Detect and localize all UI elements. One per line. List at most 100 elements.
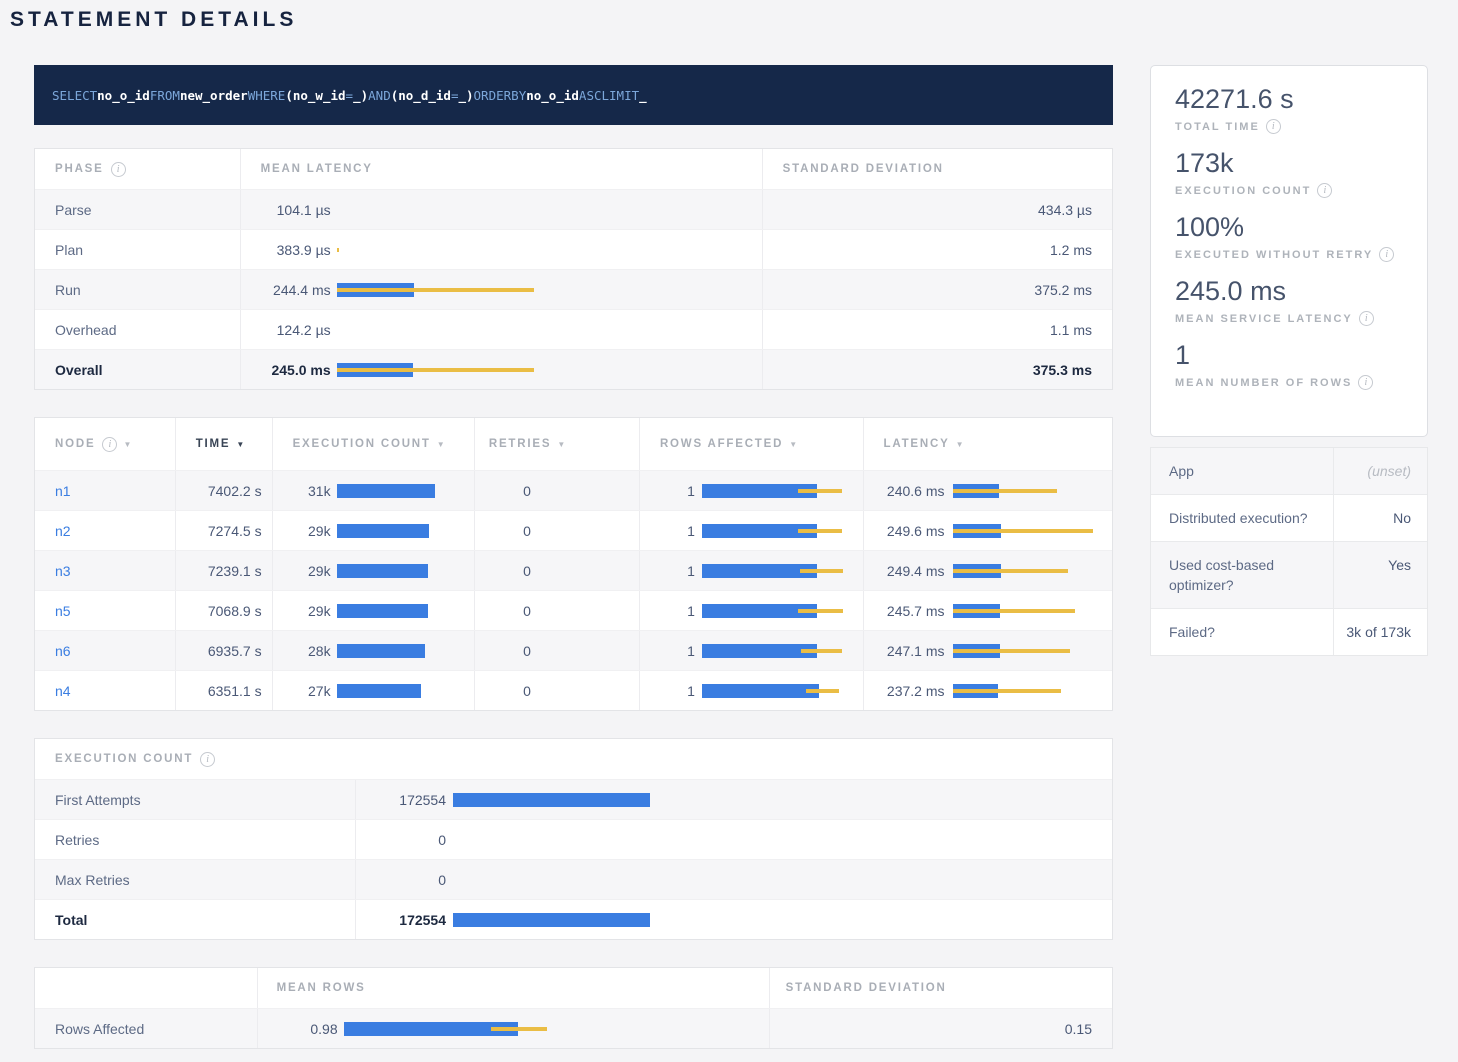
phase-cell: Overall <box>35 350 241 389</box>
stat-label-text: MEAN SERVICE LATENCY <box>1175 313 1353 325</box>
info-icon[interactable]: i <box>1358 375 1373 390</box>
node-link[interactable]: n3 <box>55 563 71 579</box>
mean-latency-value: 104.1 µs <box>241 202 331 218</box>
phase-row: Overhead124.2 µs1.1 ms <box>35 309 1112 349</box>
stddev-bar <box>953 609 1075 613</box>
latency-cell: 249.6 ms <box>864 511 1113 550</box>
attribute-value: Yes <box>1334 542 1427 608</box>
node-row: n66935.7 s28k01247.1 ms <box>35 630 1112 670</box>
execution-value: 172554 <box>356 912 446 928</box>
rows-label: Rows Affected <box>55 1021 144 1037</box>
stat-value: 173k <box>1175 147 1417 180</box>
stat-label-text: MEAN NUMBER OF ROWS <box>1175 377 1352 389</box>
latency-cell: 245.7 ms <box>864 591 1113 630</box>
time-cell: 7068.9 s <box>176 591 273 630</box>
execution-count-bar <box>337 564 475 578</box>
info-icon[interactable]: i <box>1379 247 1394 262</box>
stddev-value: 1.1 ms <box>1050 322 1092 338</box>
stddev-bar <box>953 529 1093 533</box>
mean-rows-header-label: MEAN ROWS <box>277 982 366 994</box>
execution-label: Max Retries <box>55 872 130 888</box>
column-header-node[interactable]: NODEi▼ <box>35 418 176 470</box>
stddev-cell: 0.15 <box>770 1009 1112 1048</box>
execution-value-cell: 172554 <box>356 780 1112 819</box>
mean-rows-column-header: MEAN ROWS <box>258 968 770 1008</box>
execution-count-value: 29k <box>273 523 331 539</box>
stddev-bar <box>798 529 842 533</box>
retries-header-label: RETRIES <box>489 438 551 450</box>
rows-affected-row: Rows Affected0.980.15 <box>35 1008 1112 1048</box>
rows-affected-bar <box>702 564 863 578</box>
time-value: 7274.5 s <box>208 523 262 539</box>
time-cell: 7239.1 s <box>176 551 273 590</box>
latency-bar <box>953 524 1113 538</box>
latency-value: 249.6 ms <box>864 523 945 539</box>
sql-identifier: _) <box>458 88 473 103</box>
header-spacer <box>356 739 1112 779</box>
node-link[interactable]: n1 <box>55 483 71 499</box>
rows-affected-cell: 1 <box>640 591 864 630</box>
attribute-label: Failed? <box>1151 609 1334 655</box>
sql-keyword: AND <box>368 88 391 103</box>
mean-bar <box>337 564 428 578</box>
column-header-execution-count[interactable]: EXECUTION COUNT▼ <box>273 418 476 470</box>
stddev-column-header: STANDARD DEVIATION <box>770 968 1112 1008</box>
sql-keyword: = <box>451 88 459 103</box>
execution-label-cell: First Attempts <box>35 780 356 819</box>
execution-value: 172554 <box>356 792 446 808</box>
stddev-bar <box>798 609 843 613</box>
rows-affected-value: 1 <box>640 563 695 579</box>
latency-value: 240.6 ms <box>864 483 945 499</box>
mean-rows-bar <box>344 1022 769 1036</box>
sql-keyword: ORDER <box>474 88 512 103</box>
stddev-bar <box>337 368 534 372</box>
mean-latency-cell: 104.1 µs <box>241 190 763 229</box>
node-link[interactable]: n2 <box>55 523 71 539</box>
stat-label: TOTAL TIMEi <box>1175 119 1417 134</box>
info-icon[interactable]: i <box>1359 311 1374 326</box>
execution-row: Retries0 <box>35 819 1112 859</box>
time-value: 6935.7 s <box>208 643 262 659</box>
sql-keyword: FROM <box>150 88 180 103</box>
phase-row: Plan383.9 µs1.2 ms <box>35 229 1112 269</box>
info-icon[interactable]: i <box>1266 119 1281 134</box>
phase-column-header: PHASEi <box>35 149 241 189</box>
mean-latency-value: 244.4 ms <box>241 282 331 298</box>
node-cell: n2 <box>35 511 176 550</box>
execution-value: 0 <box>356 872 446 888</box>
execution-count-bar <box>337 484 475 498</box>
latency-value: 247.1 ms <box>864 643 945 659</box>
execution-label: First Attempts <box>55 792 141 808</box>
node-link[interactable]: n4 <box>55 683 71 699</box>
latency-value: 237.2 ms <box>864 683 945 699</box>
execution-count-bar <box>337 524 475 538</box>
column-header-retries[interactable]: RETRIES ▼ <box>475 418 640 470</box>
node-link[interactable]: n6 <box>55 643 71 659</box>
time-cell: 7274.5 s <box>176 511 273 550</box>
execution-label: Total <box>55 912 87 928</box>
rows-affected-value: 1 <box>640 643 695 659</box>
node-link[interactable]: n5 <box>55 603 71 619</box>
column-header-rows-affected[interactable]: ROWS AFFECTED▼ <box>640 418 864 470</box>
stat-value: 100% <box>1175 211 1417 244</box>
execution-label-cell: Total <box>35 900 356 939</box>
info-icon[interactable]: i <box>200 752 215 767</box>
node-row: n37239.1 s29k01249.4 ms <box>35 550 1112 590</box>
phase-row: Overall245.0 ms375.3 ms <box>35 349 1112 389</box>
rows-affected-table: MEAN ROWSSTANDARD DEVIATIONRows Affected… <box>34 967 1113 1049</box>
rows-affected-value: 1 <box>640 683 695 699</box>
attribute-value: No <box>1334 495 1427 541</box>
time-value: 7402.2 s <box>208 483 262 499</box>
retries-cell: 0 <box>475 511 640 550</box>
mean-latency-cell: 124.2 µs <box>241 310 763 349</box>
info-icon[interactable]: i <box>1317 183 1332 198</box>
sort-caret-icon: ▼ <box>557 440 565 449</box>
column-header-latency[interactable]: LATENCY▼ <box>864 418 1113 470</box>
info-icon[interactable]: i <box>111 162 126 177</box>
column-header-time[interactable]: TIME▼ <box>176 418 273 470</box>
stat-value: 42271.6 s <box>1175 83 1417 116</box>
rows-affected-bar <box>702 644 863 658</box>
rows-affected-bar <box>702 524 863 538</box>
rows-affected-value: 1 <box>640 483 695 499</box>
info-icon[interactable]: i <box>102 437 117 452</box>
